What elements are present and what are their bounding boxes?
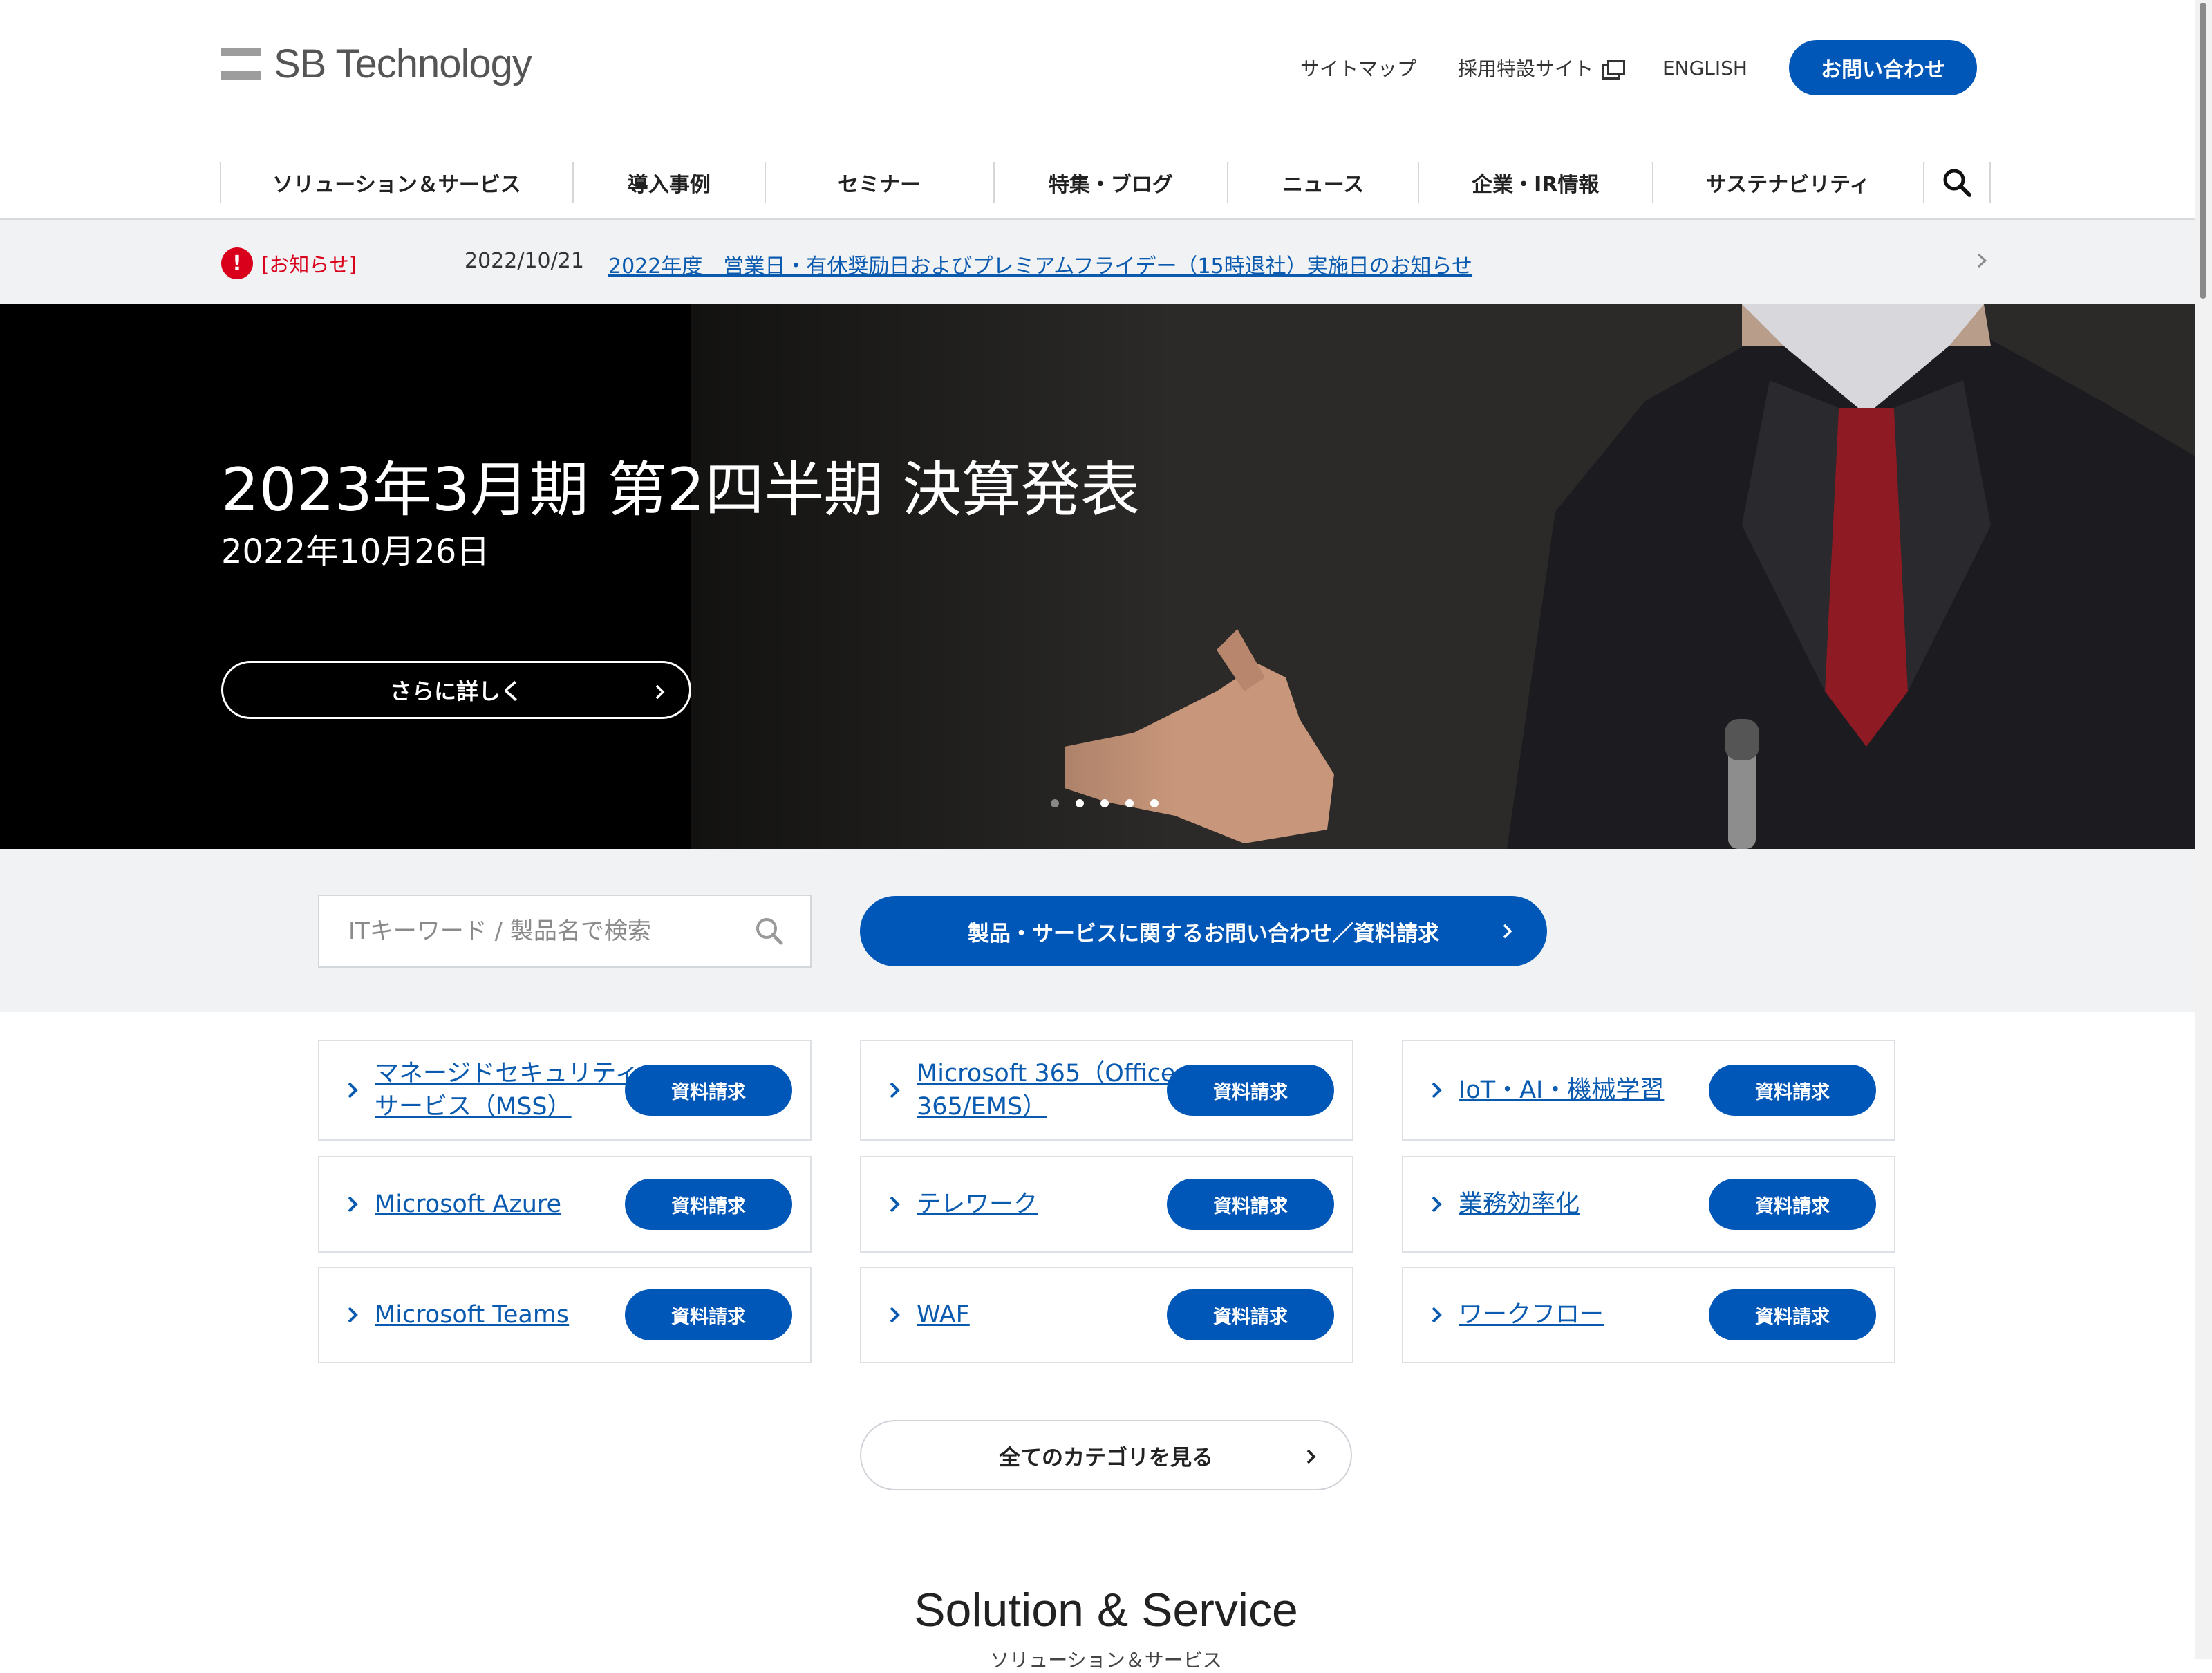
category-link[interactable]: 業務効率化 (1459, 1188, 1580, 1221)
hero-more-button[interactable]: さらに詳しく (221, 661, 691, 719)
category-link[interactable]: Microsoft Azure (375, 1188, 561, 1221)
nav-item-solutions[interactable]: ソリューション＆サービス (220, 162, 572, 203)
carousel-dot[interactable] (1076, 799, 1084, 807)
all-categories-label: 全てのカテゴリを見る (999, 1445, 1213, 1470)
chevron-right-icon (890, 1307, 900, 1323)
chevron-right-icon (1432, 1307, 1442, 1323)
carousel-dot[interactable] (1100, 799, 1109, 807)
alert-icon: ! (221, 247, 253, 279)
chevron-right-icon (1432, 1196, 1442, 1213)
category-card[interactable]: IoT・AI・機械学習 資料請求 (1402, 1040, 1895, 1141)
site-header: SB Technology サイトマップ 採用特設サイト ENGLISH お問い… (0, 0, 2195, 220)
notice-link[interactable]: 2022年度 営業日・有休奨励日およびプレミアムフライデー（15時退社）実施日の… (608, 249, 1472, 279)
request-materials-button[interactable]: 資料請求 (1709, 1289, 1876, 1340)
category-label-line: テレワーク (917, 1190, 1038, 1218)
notice-date: 2022/10/21 (465, 249, 584, 273)
category-label-line: マネージドセキュリティ (375, 1060, 639, 1087)
search-icon[interactable] (753, 915, 785, 947)
search-input[interactable] (348, 917, 735, 945)
category-card[interactable]: Microsoft Teams 資料請求 (318, 1267, 812, 1363)
request-materials-button[interactable]: 資料請求 (1709, 1179, 1876, 1230)
recruit-link-label: 採用特設サイト (1457, 57, 1593, 80)
chevron-right-icon (1503, 924, 1512, 939)
category-label-line: Microsoft Azure (375, 1190, 562, 1218)
nav-item-features-blog[interactable]: 特集・ブログ (993, 162, 1228, 203)
utility-nav: サイトマップ 採用特設サイト ENGLISH お問い合わせ (1300, 40, 1977, 95)
category-link[interactable]: Microsoft 365（Office 365/EMS） (917, 1057, 1175, 1123)
hero-photo (0, 304, 2195, 849)
scrollbar[interactable] (2195, 0, 2212, 1659)
hero-title: 2023年3月期 第2四半期 決算発表 (221, 456, 1140, 525)
category-card[interactable]: 業務効率化 資料請求 (1402, 1156, 1895, 1253)
external-window-icon (1601, 60, 1625, 80)
global-nav: ソリューション＆サービス 導入事例 セミナー 特集・ブログ ニュース 企業・IR… (220, 162, 1991, 203)
notice-label: [お知らせ] (261, 253, 357, 277)
category-label-line: サービス（MSS） (375, 1093, 572, 1121)
nav-search-button[interactable] (1922, 162, 1991, 203)
chevron-right-icon (348, 1196, 358, 1213)
site-logo[interactable]: SB Technology (221, 40, 532, 87)
carousel-dot[interactable] (1150, 799, 1159, 807)
hero-more-label: さらに詳しく (389, 678, 523, 704)
request-materials-button[interactable]: 資料請求 (625, 1289, 792, 1340)
product-inquiry-button[interactable]: 製品・サービスに関するお問い合わせ／資料請求 (860, 896, 1547, 966)
category-card[interactable]: WAF 資料請求 (860, 1267, 1353, 1363)
chevron-right-icon (1306, 1449, 1316, 1464)
category-link[interactable]: Microsoft Teams (375, 1298, 569, 1331)
category-label-line: Microsoft 365（Office (917, 1060, 1176, 1087)
chevron-right-icon[interactable] (1971, 250, 1992, 271)
category-label-line: 365/EMS） (917, 1093, 1047, 1121)
category-link[interactable]: ワークフロー (1459, 1298, 1604, 1331)
category-card[interactable]: ワークフロー 資料請求 (1402, 1267, 1895, 1363)
chevron-right-icon (348, 1082, 358, 1099)
section-title: Solution & Service (914, 1584, 1298, 1636)
chevron-right-icon (1432, 1082, 1442, 1099)
nav-item-case-studies[interactable]: 導入事例 (572, 162, 765, 203)
category-card[interactable]: Microsoft Azure 資料請求 (318, 1156, 812, 1253)
category-label-line: Microsoft Teams (375, 1301, 570, 1329)
hero-carousel: 2023年3月期 第2四半期 決算発表 2022年10月26日 さらに詳しく (0, 304, 2195, 849)
carousel-dots (1051, 799, 1175, 807)
chevron-right-icon (655, 684, 665, 700)
request-materials-button[interactable]: 資料請求 (1709, 1065, 1876, 1116)
nav-item-sustainability[interactable]: サステナビリティ (1651, 162, 1923, 203)
carousel-dot[interactable] (1125, 799, 1134, 807)
category-link[interactable]: マネージドセキュリティ サービス（MSS） (375, 1057, 639, 1123)
sitemap-link[interactable]: サイトマップ (1300, 54, 1416, 82)
chevron-right-icon (348, 1307, 358, 1323)
request-materials-button[interactable]: 資料請求 (1167, 1179, 1334, 1230)
category-link[interactable]: WAF (917, 1298, 970, 1331)
nav-item-corporate-ir[interactable]: 企業・IR情報 (1417, 162, 1652, 203)
category-label-line: WAF (917, 1301, 970, 1329)
logo-mark-icon (221, 48, 261, 80)
scrollbar-thumb[interactable] (2200, 3, 2206, 299)
hero-date: 2022年10月26日 (221, 532, 490, 571)
carousel-dot[interactable] (1051, 799, 1059, 807)
request-materials-button[interactable]: 資料請求 (625, 1179, 792, 1230)
category-label-line: 業務効率化 (1459, 1190, 1580, 1218)
category-link[interactable]: テレワーク (917, 1188, 1038, 1221)
keyword-search (318, 895, 812, 968)
search-icon (1943, 169, 1971, 197)
logo-text: SB Technology (274, 41, 532, 86)
request-materials-button[interactable]: 資料請求 (625, 1065, 792, 1116)
recruit-link[interactable]: 採用特設サイト (1457, 54, 1625, 82)
category-label-line: IoT・AI・機械学習 (1459, 1076, 1665, 1104)
category-card[interactable]: Microsoft 365（Office 365/EMS） 資料請求 (860, 1040, 1353, 1141)
nav-item-news[interactable]: ニュース (1227, 162, 1418, 203)
english-link[interactable]: ENGLISH (1662, 57, 1747, 80)
category-label-line: ワークフロー (1459, 1301, 1604, 1329)
product-inquiry-label: 製品・サービスに関するお問い合わせ／資料請求 (968, 921, 1439, 946)
contact-button[interactable]: お問い合わせ (1789, 40, 1977, 95)
all-categories-button[interactable]: 全てのカテゴリを見る (860, 1420, 1352, 1490)
section-subtitle: ソリューション＆サービス (990, 1649, 1222, 1672)
category-link[interactable]: IoT・AI・機械学習 (1459, 1074, 1664, 1107)
nav-item-seminars[interactable]: セミナー (764, 162, 993, 203)
request-materials-button[interactable]: 資料請求 (1167, 1289, 1334, 1340)
request-materials-button[interactable]: 資料請求 (1167, 1065, 1334, 1116)
category-card[interactable]: テレワーク 資料請求 (860, 1156, 1353, 1253)
category-card[interactable]: マネージドセキュリティ サービス（MSS） 資料請求 (318, 1040, 812, 1141)
chevron-right-icon (890, 1082, 900, 1099)
chevron-right-icon (890, 1196, 900, 1213)
